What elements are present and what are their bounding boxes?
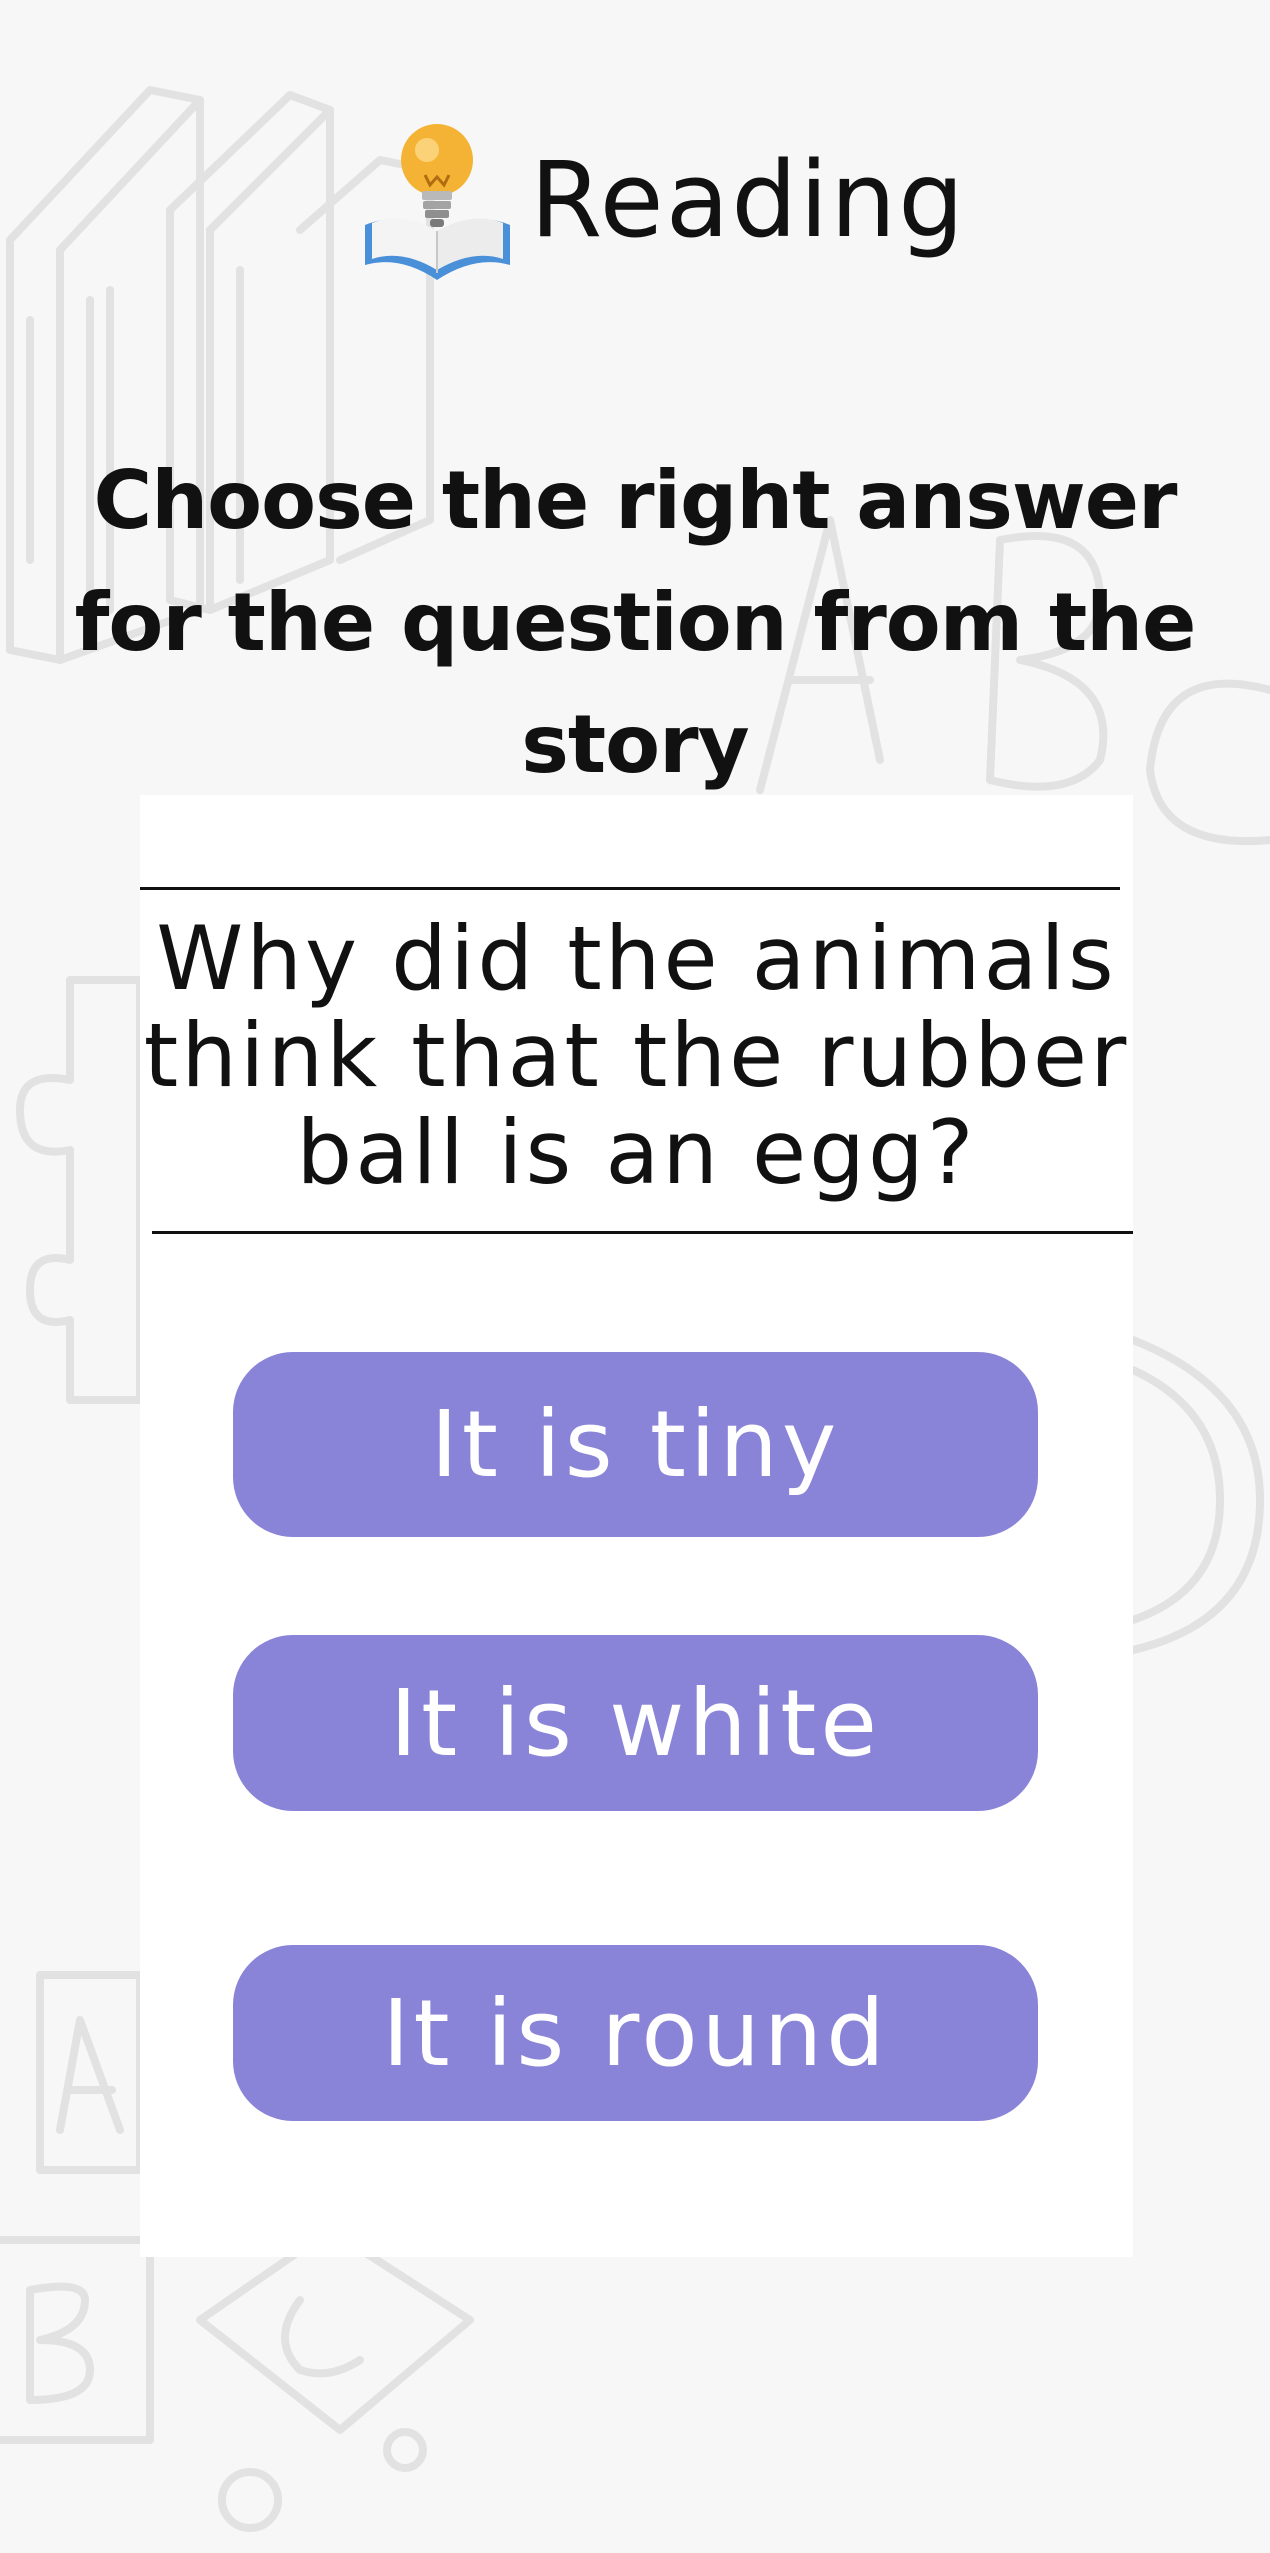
ring-doodle: [1129, 1336, 1264, 1654]
header: Reading: [0, 100, 1270, 300]
question-card: Why did the animals think that the rubbe…: [140, 795, 1133, 2257]
answer-button[interactable]: It is white: [233, 1635, 1038, 1811]
lightbulb-book-icon: [365, 124, 510, 280]
divider: [140, 887, 1120, 890]
divider: [152, 1231, 1133, 1234]
answer-label: It is white: [390, 1669, 881, 1777]
instruction-text: Choose the right answer for the question…: [74, 454, 1197, 791]
puzzle-doodle: [16, 976, 144, 1404]
answer-label: It is round: [382, 1979, 889, 2087]
question-text: Why did the animals think that the rubbe…: [143, 907, 1130, 1204]
answer-button[interactable]: It is tiny: [233, 1352, 1038, 1537]
answer-button[interactable]: It is round: [233, 1945, 1038, 2121]
answer-label: It is tiny: [430, 1391, 841, 1498]
page-title: Reading: [530, 139, 967, 261]
